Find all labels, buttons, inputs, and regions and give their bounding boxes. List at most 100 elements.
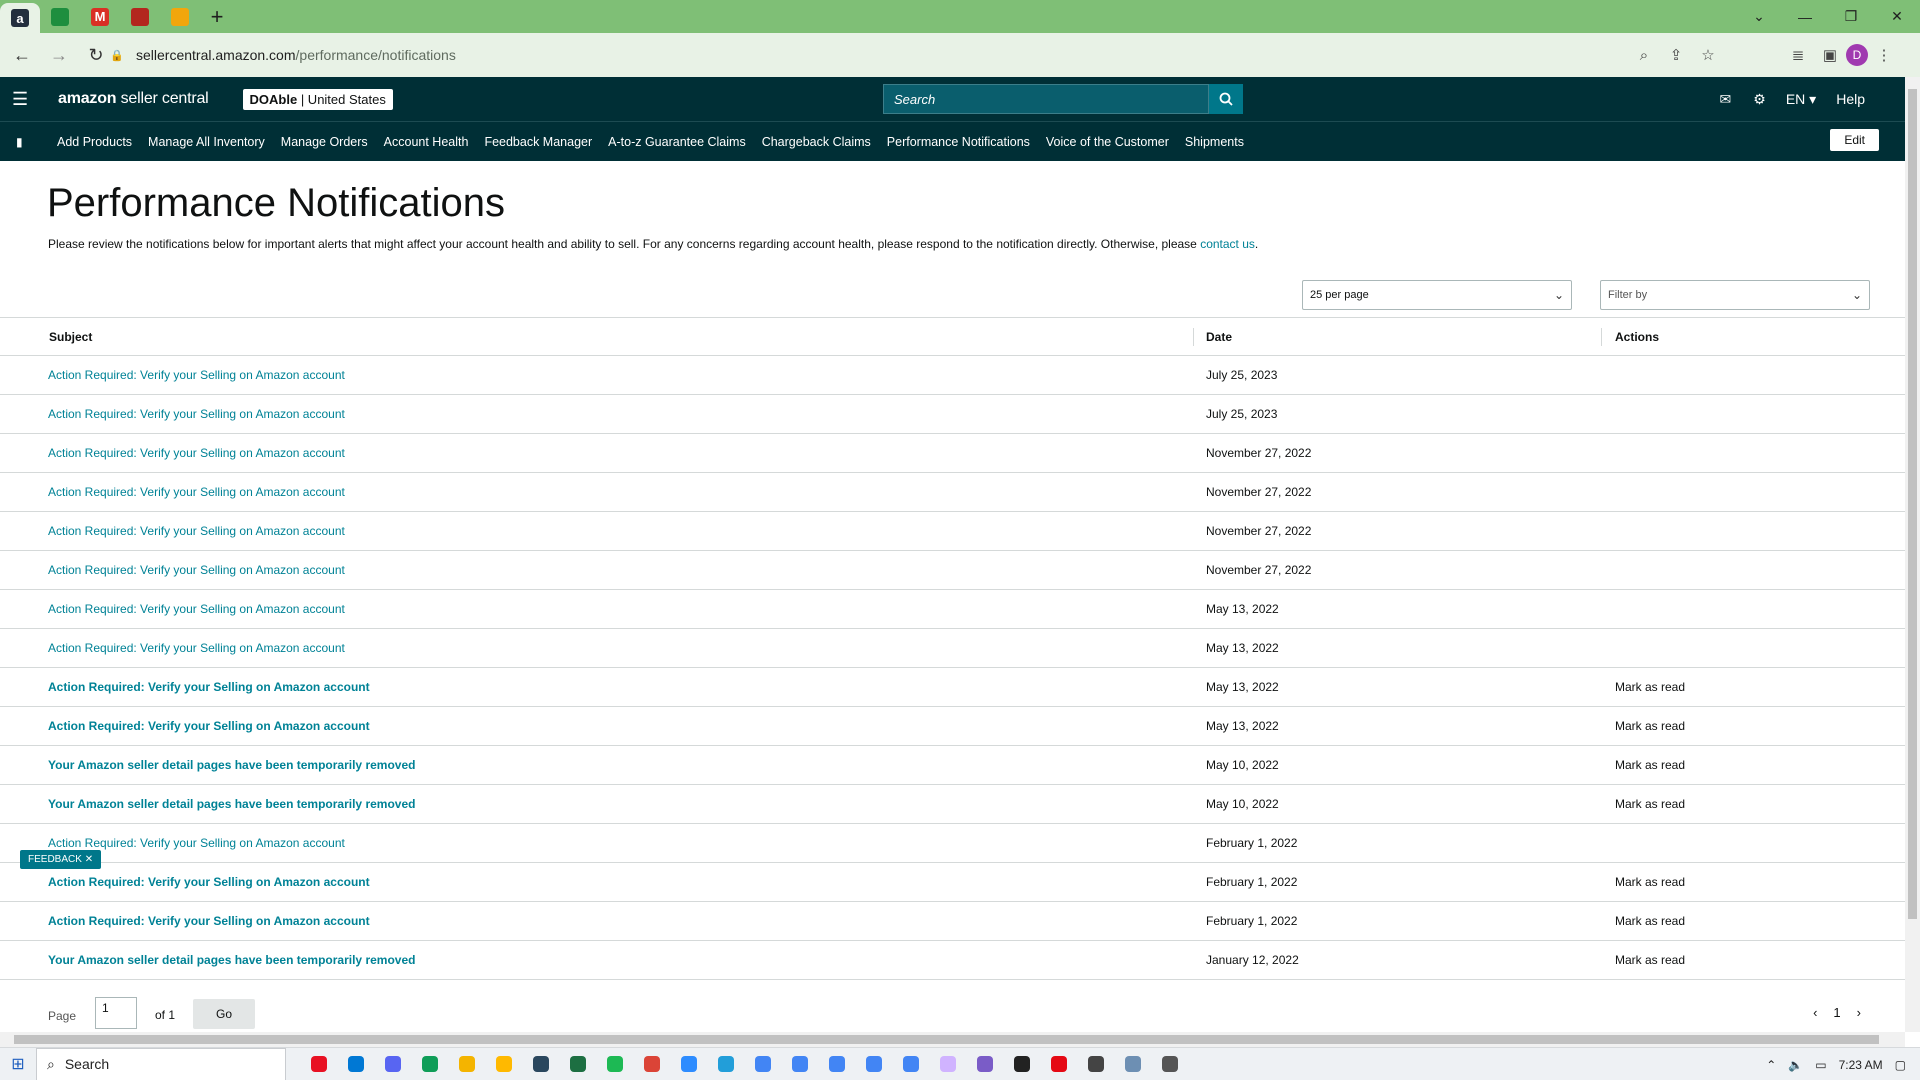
tray-chevron-icon[interactable]: ⌃ [1766,1058,1776,1072]
taskbar-app-icon[interactable] [559,1056,596,1072]
new-tab-button[interactable]: + [200,0,234,33]
filter-select[interactable]: Filter by ⌄ [1600,280,1870,310]
search-button[interactable] [1209,84,1243,114]
browser-tab[interactable]: a [0,3,40,33]
notification-subject-link[interactable]: Action Required: Verify your Selling on … [48,563,345,577]
page-number-input[interactable]: 1 [95,997,137,1029]
notification-subject-link[interactable]: Action Required: Verify your Selling on … [48,719,370,733]
address-bar[interactable]: 🔒 sellercentral.amazon.com/performance/n… [110,38,1760,72]
go-button[interactable]: Go [193,999,255,1029]
taskbar-app-icon[interactable] [1114,1056,1151,1072]
taskbar-app-icon[interactable] [485,1056,522,1072]
mark-as-read-link[interactable]: Mark as read [1615,797,1685,811]
close-icon[interactable]: ✕ [85,854,93,865]
taskbar-app-icon[interactable] [929,1056,966,1072]
taskbar-app-icon[interactable] [781,1056,818,1072]
notification-subject-link[interactable]: Your Amazon seller detail pages have bee… [48,758,415,772]
nav-link[interactable]: Manage Orders [281,135,368,149]
notification-subject-link[interactable]: Action Required: Verify your Selling on … [48,446,345,460]
mark-as-read-link[interactable]: Mark as read [1615,953,1685,967]
nav-link[interactable]: Shipments [1185,135,1244,149]
prev-page-icon[interactable]: ‹ [1813,1005,1817,1020]
taskbar-app-icon[interactable] [448,1056,485,1072]
notification-subject-link[interactable]: Action Required: Verify your Selling on … [48,524,345,538]
gear-icon[interactable]: ⚙ [1753,91,1766,108]
notification-subject-link[interactable]: Action Required: Verify your Selling on … [48,407,345,421]
store-selector[interactable]: DOAble | United States [242,88,393,110]
nav-link[interactable]: A-to-z Guarantee Claims [608,135,746,149]
taskbar-app-icon[interactable] [1003,1056,1040,1072]
forward-arrow-icon[interactable]: → [44,40,74,70]
bookmark-icon[interactable]: ▮ [16,135,32,149]
taskbar-app-icon[interactable] [522,1056,559,1072]
nav-link[interactable]: Performance Notifications [887,135,1030,149]
seller-central-logo[interactable]: amazon seller central [58,90,209,108]
nav-link[interactable]: Feedback Manager [484,135,592,149]
language-selector[interactable]: EN ▾ [1786,91,1816,108]
mark-as-read-link[interactable]: Mark as read [1615,758,1685,772]
vertical-scrollbar[interactable] [1905,77,1920,1032]
minimize-icon[interactable]: — [1782,0,1828,33]
clock[interactable]: 7:23 AM [1839,1058,1883,1072]
taskbar-app-icon[interactable] [818,1056,855,1072]
zoom-icon[interactable]: ⌕ [1628,47,1660,64]
notification-subject-link[interactable]: Action Required: Verify your Selling on … [48,641,345,655]
scrollbar-thumb[interactable] [1908,89,1917,919]
header-date[interactable]: Date [1206,330,1232,344]
hamburger-menu-icon[interactable]: ☰ [12,89,34,110]
nav-link[interactable]: Voice of the Customer [1046,135,1169,149]
share-icon[interactable]: ⇪ [1660,46,1692,64]
taskbar-app-icon[interactable] [374,1056,411,1072]
nav-link[interactable]: Add Products [57,135,132,149]
notification-subject-link[interactable]: Action Required: Verify your Selling on … [48,368,345,382]
taskbar-app-icon[interactable] [633,1056,670,1072]
nav-link[interactable]: Chargeback Claims [762,135,871,149]
taskbar-app-icon[interactable] [966,1056,1003,1072]
notification-subject-link[interactable]: Action Required: Verify your Selling on … [48,602,345,616]
next-page-icon[interactable]: › [1857,1005,1861,1020]
current-page[interactable]: 1 [1833,1005,1840,1020]
taskbar-app-icon[interactable] [1040,1056,1077,1072]
taskbar-app-icon[interactable] [596,1056,633,1072]
taskbar-app-icon[interactable] [707,1056,744,1072]
edit-nav-button[interactable]: Edit [1830,129,1879,151]
horizontal-scrollbar[interactable] [0,1032,1905,1047]
taskbar-app-icon[interactable] [855,1056,892,1072]
browser-tab[interactable] [40,0,80,33]
mark-as-read-link[interactable]: Mark as read [1615,719,1685,733]
windows-start-icon[interactable]: ⊞ [0,1054,36,1074]
notification-icon[interactable]: ▢ [1895,1058,1906,1072]
taskbar-app-icon[interactable] [411,1056,448,1072]
mark-as-read-link[interactable]: Mark as read [1615,680,1685,694]
notification-subject-link[interactable]: Action Required: Verify your Selling on … [48,836,345,850]
taskbar-app-icon[interactable] [892,1056,929,1072]
scrollbar-thumb[interactable] [14,1035,1879,1044]
side-panel-icon[interactable]: ▣ [1814,46,1846,64]
feedback-button[interactable]: FEEDBACK ✕ [20,850,102,869]
close-window-icon[interactable]: ✕ [1874,0,1920,33]
notification-subject-link[interactable]: Action Required: Verify your Selling on … [48,875,370,889]
browser-tab[interactable]: M [80,0,120,33]
mail-icon[interactable]: ✉ [1720,91,1732,108]
battery-icon[interactable]: ▭ [1815,1058,1826,1072]
contact-us-link[interactable]: contact us [1200,237,1255,251]
taskbar-app-icon[interactable] [1151,1056,1188,1072]
taskbar-app-icon[interactable] [744,1056,781,1072]
taskbar-app-icon[interactable] [300,1056,337,1072]
browser-tab[interactable] [160,0,200,33]
taskbar-app-icon[interactable] [670,1056,707,1072]
browser-tab[interactable] [120,0,160,33]
nav-link[interactable]: Manage All Inventory [148,135,265,149]
restore-icon[interactable]: ❐ [1828,0,1874,33]
mark-as-read-link[interactable]: Mark as read [1615,875,1685,889]
browser-menu-icon[interactable]: ⋮ [1868,46,1900,64]
notification-subject-link[interactable]: Your Amazon seller detail pages have bee… [48,953,415,967]
star-icon[interactable]: ☆ [1692,46,1724,64]
tab-search-icon[interactable]: ⌄ [1736,0,1782,33]
taskbar-search[interactable]: ⌕ Search [36,1047,286,1080]
back-arrow-icon[interactable]: ← [7,40,37,70]
header-subject[interactable]: Subject [49,330,92,344]
reload-icon[interactable]: ↻ [81,40,111,70]
nav-link[interactable]: Account Health [384,135,469,149]
search-input[interactable]: Search [883,84,1209,114]
